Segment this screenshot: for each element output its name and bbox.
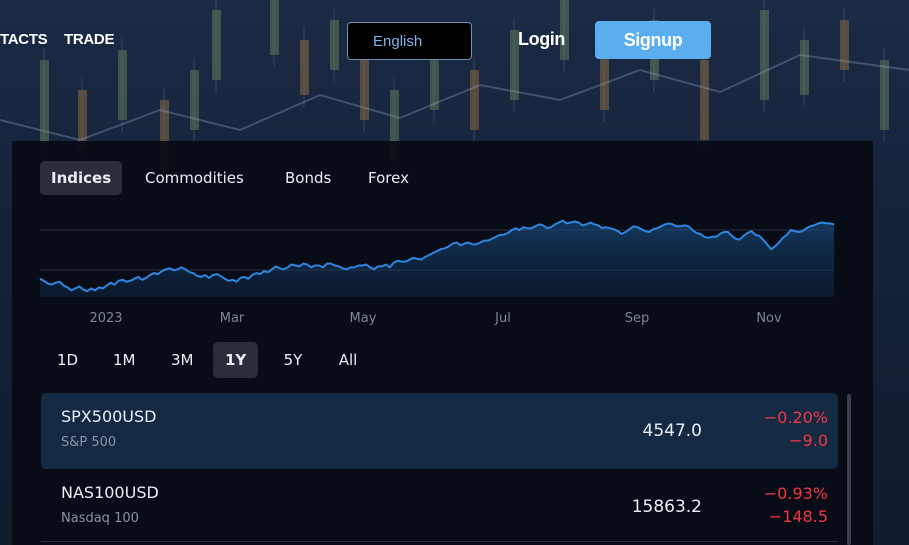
chart-x-tick-label: May — [350, 311, 377, 326]
range-5y[interactable]: 5Y — [271, 342, 315, 378]
signup-button[interactable]: Signup — [595, 21, 711, 59]
chart-area-fill — [40, 220, 834, 297]
nav-contacts-link[interactable]: TACTS — [0, 31, 48, 48]
range-3m[interactable]: 3M — [159, 342, 206, 378]
chart-x-tick-label: 2023 — [89, 311, 122, 326]
range-1m[interactable]: 1M — [101, 342, 148, 378]
chart-x-tick-label: Jul — [494, 311, 511, 326]
range-1d[interactable]: 1D — [45, 342, 90, 378]
tab-indices[interactable]: Indices — [40, 161, 123, 195]
symbol-price: 15863.2 — [631, 497, 702, 517]
symbol-change-percent: −0.93% — [763, 484, 828, 503]
symbol-change-percent: −0.20% — [763, 408, 828, 427]
market-overview-widget: Indices Commodities Bonds Forex 2023 Mar M… — [12, 141, 873, 545]
login-button[interactable]: Login — [518, 29, 565, 50]
symbol-ticker: NAS100USD — [61, 483, 159, 502]
symbol-ticker: SPX500USD — [61, 407, 157, 426]
language-select-value: English — [373, 32, 423, 50]
range-1y[interactable]: 1Y — [213, 342, 259, 378]
symbol-price: 4547.0 — [642, 421, 702, 441]
chart-x-tick-label: Sep — [625, 311, 650, 326]
symbol-change-value: −148.5 — [768, 507, 828, 526]
row-divider — [41, 541, 838, 542]
signup-button-label: Signup — [623, 29, 683, 50]
chart-x-tick-label: Mar — [220, 311, 245, 326]
symbol-name: Nasdaq 100 — [61, 511, 139, 526]
symbol-row-nas100usd[interactable]: NAS100USD Nasdaq 100 15863.2 −0.93% −148… — [41, 469, 838, 545]
symbol-row-spx500usd[interactable]: SPX500USD S&P 500 4547.0 −0.20% −9.0 — [41, 393, 838, 469]
language-select[interactable]: English — [347, 22, 472, 60]
chart-x-tick-label: Nov — [756, 311, 782, 326]
tab-commodities[interactable]: Commodities — [134, 161, 255, 195]
range-all[interactable]: All — [326, 342, 370, 378]
symbol-change-value: −9.0 — [789, 431, 828, 450]
tab-forex[interactable]: Forex — [357, 161, 420, 195]
list-scrollbar[interactable] — [847, 394, 851, 545]
symbol-name: S&P 500 — [61, 435, 117, 450]
nav-trade-link[interactable]: TRADE — [64, 31, 114, 48]
tab-bonds[interactable]: Bonds — [274, 161, 342, 195]
